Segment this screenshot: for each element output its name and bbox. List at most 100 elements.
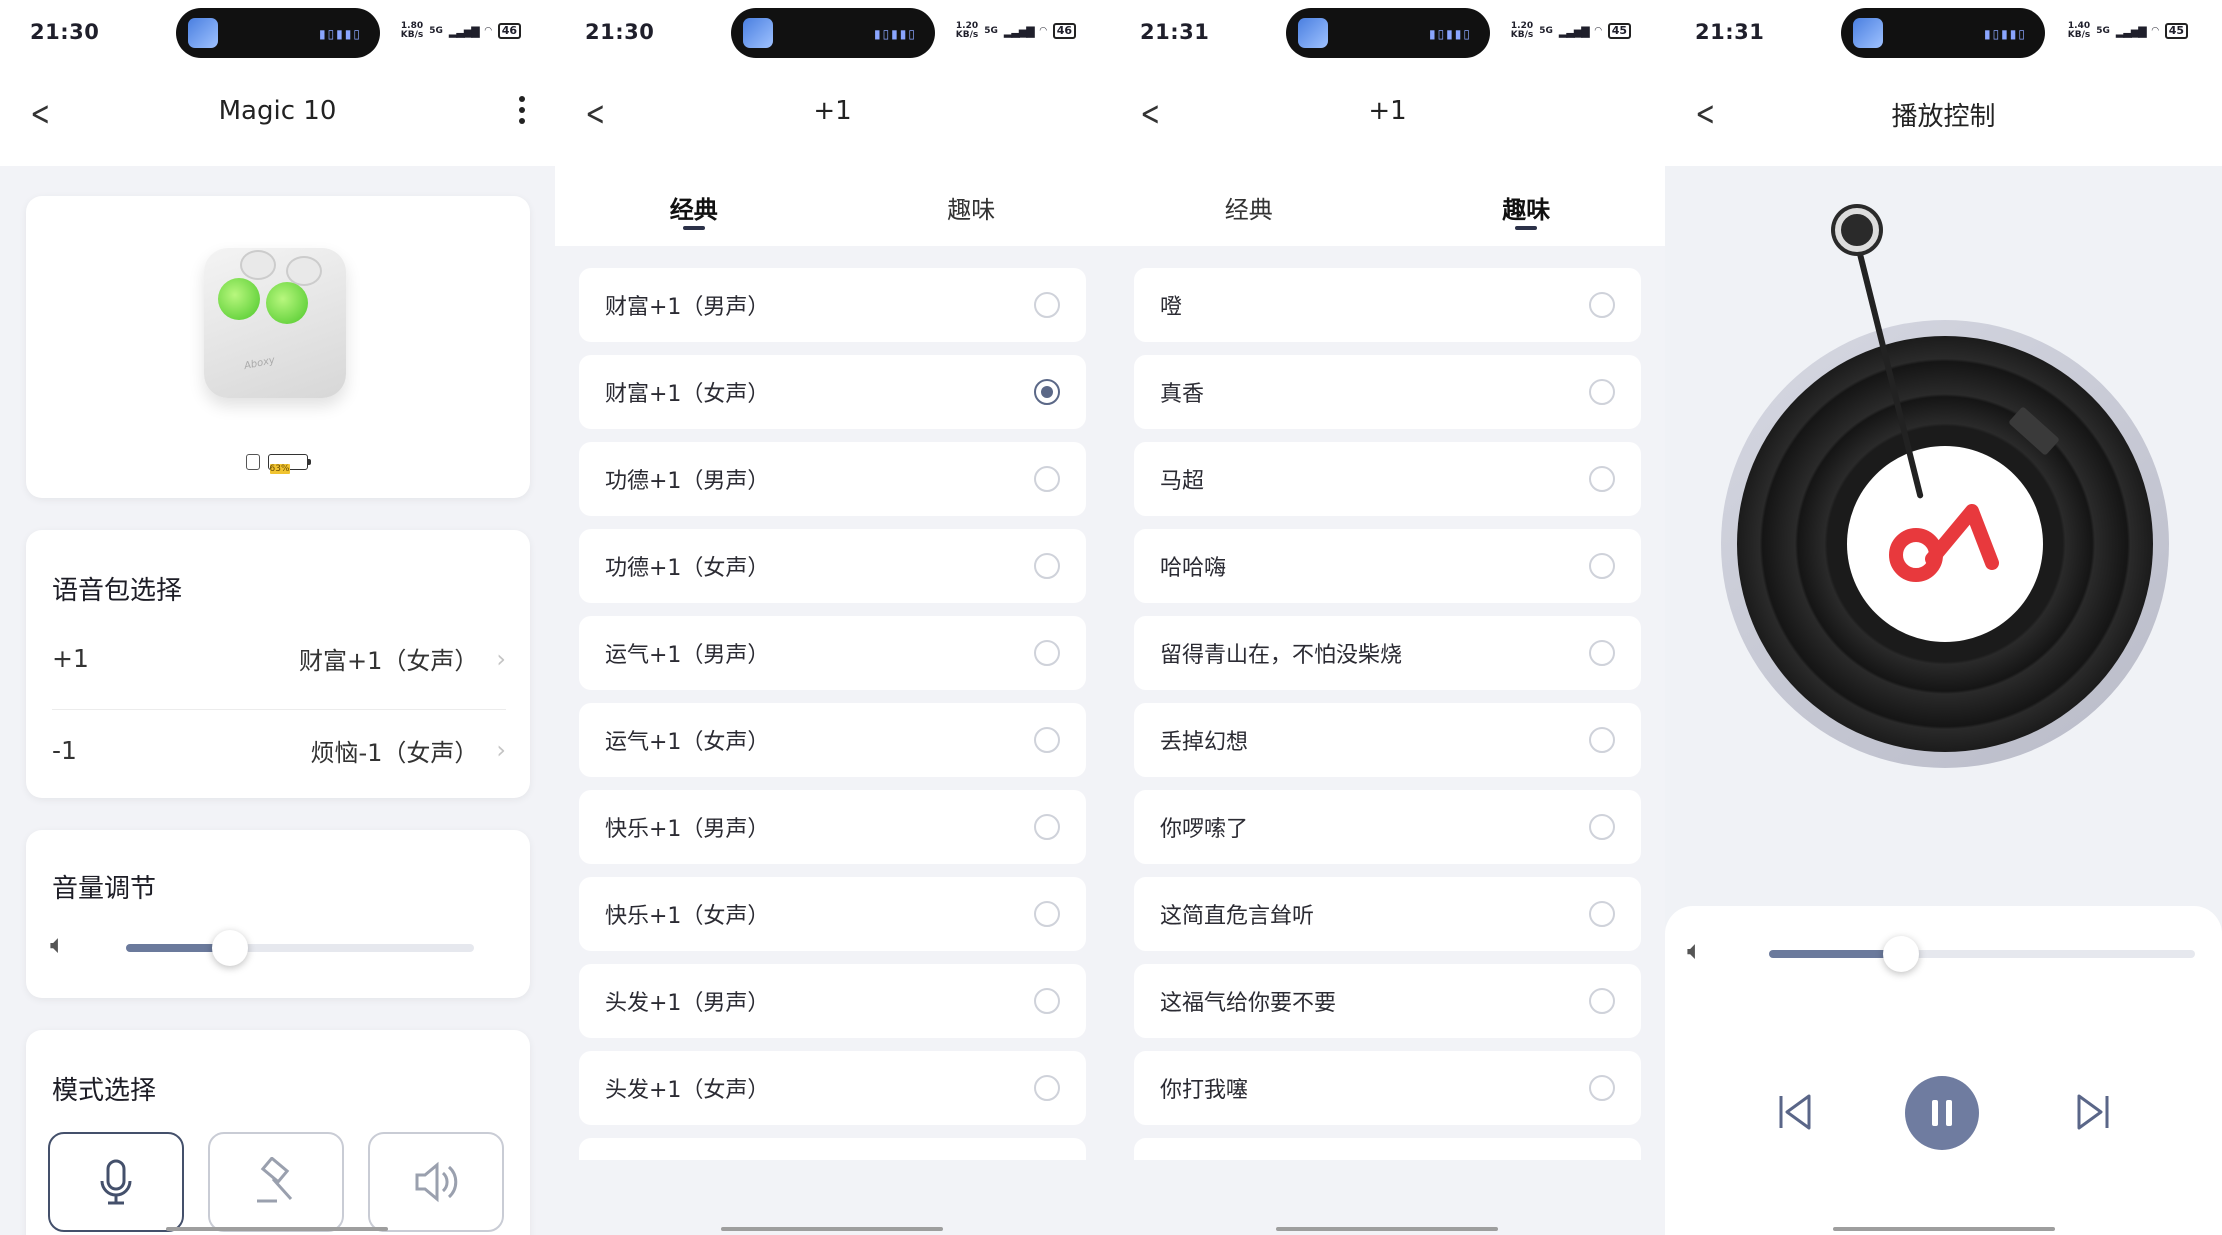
list-item[interactable]: 真香 <box>1134 355 1641 429</box>
radio-button[interactable] <box>1034 553 1060 579</box>
list-item-label: 这福气给你要不要 <box>1160 991 1337 1016</box>
list-item-label: 运气+1（男声） <box>605 643 770 668</box>
tab-classic[interactable]: 经典 <box>1110 166 1388 246</box>
battery-indicator: 45 <box>1607 23 1631 39</box>
battery-indicator: 46 <box>497 23 521 39</box>
dynamic-island[interactable]: ▮▯▮▮▯ <box>731 8 935 58</box>
audio-wave-icon: ▮▯▮▮▯ <box>1983 27 2027 41</box>
list-item[interactable]: 噔 <box>1134 268 1641 342</box>
radio-button[interactable] <box>1589 814 1615 840</box>
home-indicator[interactable] <box>1276 1227 1498 1231</box>
volume-slider-knob[interactable] <box>1883 936 1920 972</box>
radio-button[interactable] <box>1034 379 1060 405</box>
nav-header: < +1 <box>555 66 1110 166</box>
network-type: 5G <box>2096 26 2110 36</box>
dynamic-island[interactable]: ▮▯▮▮▯ <box>1841 8 2045 58</box>
list-item[interactable]: 运气+1（女声） <box>579 703 1086 777</box>
list-item[interactable]: 快乐+1（男声） <box>579 790 1086 864</box>
voice-pack-row-plus[interactable]: +1 财富+1（女声） › <box>52 628 506 710</box>
radio-button[interactable] <box>1034 814 1060 840</box>
network-type: 5G <box>1539 26 1553 36</box>
playback-screen: 21:31 ▮▯▮▮▯ 1.40 KB/s 5G ▂▃▅▇ ◠ 45 < 播放控制 <box>1665 0 2222 1235</box>
list-item[interactable]: 丢掉幻想 <box>1134 703 1641 777</box>
radio-button[interactable] <box>1589 901 1615 927</box>
home-indicator[interactable] <box>1833 1227 2055 1231</box>
volume-slider[interactable] <box>126 930 474 966</box>
play-pause-button[interactable] <box>1905 1076 1979 1150</box>
radio-button[interactable] <box>1034 640 1060 666</box>
list-item[interactable]: 你啰嗦了 <box>1134 790 1641 864</box>
chevron-right-icon: › <box>496 644 506 673</box>
list-item-label: 马超 <box>1160 469 1205 494</box>
list-item[interactable]: 马超 <box>1134 442 1641 516</box>
signal-icon: ▂▃▅▇ <box>2115 24 2147 38</box>
chevron-right-icon: › <box>496 736 506 764</box>
list-item[interactable]: 功德+1（男声） <box>579 442 1086 516</box>
list-item[interactable]: 头发+1（女声） <box>579 1051 1086 1125</box>
turntable-area <box>1665 166 2222 926</box>
pause-icon <box>1932 1100 1952 1126</box>
radio-button[interactable] <box>1589 292 1615 318</box>
radio-button[interactable] <box>1589 988 1615 1014</box>
mode-gavel-button[interactable] <box>208 1132 344 1232</box>
mode-speaker-button[interactable] <box>368 1132 504 1232</box>
volume-slider-knob[interactable] <box>212 930 249 966</box>
list-item[interactable]: 你打我噻 <box>1134 1051 1641 1125</box>
mode-microphone-button[interactable] <box>48 1132 184 1232</box>
status-bar: 21:31 ▮▯▮▮▯ 1.20 KB/s 5G ▂▃▅▇ ◠ 45 <box>1110 0 1665 66</box>
skip-next-button[interactable] <box>2063 1082 2123 1142</box>
home-indicator[interactable] <box>166 1227 388 1231</box>
more-options-icon[interactable] <box>519 96 527 129</box>
radio-button[interactable] <box>1034 901 1060 927</box>
list-item-partial[interactable] <box>1134 1138 1641 1160</box>
list-item[interactable]: 这简直危言耸听 <box>1134 877 1641 951</box>
skip-previous-button[interactable] <box>1765 1082 1825 1142</box>
page-title: 播放控制 <box>1891 102 1996 132</box>
list-item[interactable]: 财富+1（男声） <box>579 268 1086 342</box>
list-item-label: 哈哈嗨 <box>1160 556 1227 581</box>
list-item[interactable]: 运气+1（男声） <box>579 616 1086 690</box>
radio-button[interactable] <box>1034 466 1060 492</box>
list-item[interactable]: 头发+1（男声） <box>579 964 1086 1038</box>
radio-button[interactable] <box>1589 466 1615 492</box>
signal-icon: ▂▃▅▇ <box>448 24 480 38</box>
radio-button[interactable] <box>1589 1075 1615 1101</box>
media-thumbnail <box>1298 18 1328 48</box>
speaker-icon <box>415 1161 458 1203</box>
list-item[interactable]: 这福气给你要不要 <box>1134 964 1641 1038</box>
tab-fun[interactable]: 趣味 <box>1388 166 1666 246</box>
radio-button[interactable] <box>1589 640 1615 666</box>
list-item-label: 留得青山在，不怕没柴烧 <box>1160 643 1403 668</box>
list-item[interactable]: 功德+1（女声） <box>579 529 1086 603</box>
volume-slider[interactable] <box>1769 936 2195 972</box>
volume-card: 音量调节 🔈︎ <box>26 830 530 998</box>
dynamic-island[interactable]: ▮▯▮▮▯ <box>176 8 380 58</box>
case-icon <box>245 454 260 470</box>
list-item[interactable]: 财富+1（女声） <box>579 355 1086 429</box>
voice-pack-row-minus[interactable]: -1 烦恼-1（女声） › <box>52 720 506 780</box>
system-icons: 1.80 KB/s 5G ▂▃▅▇ ◠ 46 <box>401 22 521 40</box>
tab-classic[interactable]: 经典 <box>555 166 833 246</box>
radio-button[interactable] <box>1589 379 1615 405</box>
radio-button[interactable] <box>1034 988 1060 1014</box>
list-item[interactable]: 哈哈嗨 <box>1134 529 1641 603</box>
system-icons: 1.20 KB/s 5G ▂▃▅▇ ◠ 46 <box>956 22 1076 40</box>
list-item[interactable]: 留得青山在，不怕没柴烧 <box>1134 616 1641 690</box>
list-item[interactable]: 快乐+1（女声） <box>579 877 1086 951</box>
radio-button[interactable] <box>1589 727 1615 753</box>
radio-button[interactable] <box>1034 1075 1060 1101</box>
radio-button[interactable] <box>1589 553 1615 579</box>
app-logo-icon <box>1889 504 1999 582</box>
list-item-label: 你啰嗦了 <box>1160 817 1249 842</box>
device-screen: 21:30 ▮▯▮▮▯ 1.80 KB/s 5G ▂▃▅▇ ◠ 46 < Magi… <box>0 0 555 1235</box>
record-label <box>1847 446 2043 642</box>
list-item-partial[interactable] <box>579 1138 1086 1160</box>
tab-fun[interactable]: 趣味 <box>833 166 1111 246</box>
radio-button[interactable] <box>1034 727 1060 753</box>
dynamic-island[interactable]: ▮▯▮▮▯ <box>1286 8 1490 58</box>
skip-next-icon <box>2077 1094 2109 1130</box>
status-time: 21:31 <box>1695 20 1765 44</box>
list-item-label: 真香 <box>1160 382 1205 407</box>
radio-button[interactable] <box>1034 292 1060 318</box>
home-indicator[interactable] <box>721 1227 943 1231</box>
